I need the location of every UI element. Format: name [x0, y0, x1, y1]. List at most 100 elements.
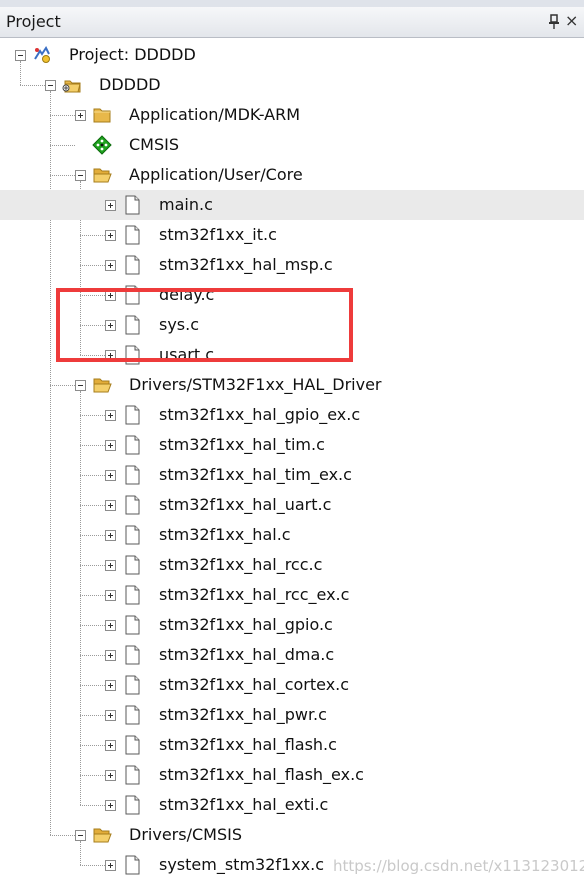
tree-group-item[interactable]: Application/User/Core — [0, 160, 584, 190]
c-file-icon — [122, 675, 142, 695]
tree-file-item[interactable]: stm32f1xx_hal_tim.c — [0, 430, 584, 460]
tree-item-label: stm32f1xx_hal_cortex.c — [159, 675, 350, 694]
c-file-icon — [122, 255, 142, 275]
tree-item-label: stm32f1xx_hal_dma.c — [159, 645, 335, 664]
watermark: https://blog.csdn.net/x1131230123 — [333, 857, 584, 875]
tree-item-label: stm32f1xx_hal_pwr.c — [159, 705, 327, 724]
tree-item-label: stm32f1xx_hal_rcc.c — [159, 555, 323, 574]
tree-file-item[interactable]: stm32f1xx_hal_msp.c — [0, 250, 584, 280]
tree-file-item[interactable]: main.c — [0, 190, 584, 220]
tree-item-label: stm32f1xx_hal_gpio.c — [159, 615, 333, 634]
tree-group-item[interactable]: Drivers/STM32F1xx_HAL_Driver — [0, 370, 584, 400]
expand-icon[interactable] — [105, 620, 116, 631]
collapse-icon[interactable] — [15, 50, 26, 61]
expand-icon[interactable] — [105, 560, 116, 571]
expand-icon[interactable] — [75, 110, 86, 121]
collapse-icon[interactable] — [75, 830, 86, 841]
collapse-icon[interactable] — [75, 380, 86, 391]
tree-file-item[interactable]: stm32f1xx_hal_gpio.c — [0, 610, 584, 640]
tree-item-label: stm32f1xx_hal_flash.c — [159, 735, 337, 754]
c-file-icon — [122, 795, 142, 815]
expand-icon[interactable] — [105, 590, 116, 601]
project-tree[interactable]: Project: DDDDD DDDDD Application/MDK-ARM CM… — [0, 38, 584, 887]
tree-file-item[interactable]: stm32f1xx_hal_cortex.c — [0, 670, 584, 700]
expand-icon[interactable] — [105, 770, 116, 781]
c-file-icon — [122, 765, 142, 785]
tree-file-item[interactable]: stm32f1xx_hal_flash_ex.c — [0, 760, 584, 790]
tree-item-label: CMSIS — [129, 135, 180, 154]
expand-icon[interactable] — [105, 650, 116, 661]
collapse-icon[interactable] — [75, 170, 86, 181]
expand-icon[interactable] — [105, 710, 116, 721]
tree-item-label: DDDDD — [99, 75, 161, 94]
expand-icon[interactable] — [105, 800, 116, 811]
c-file-icon — [122, 855, 142, 875]
expand-icon[interactable] — [105, 440, 116, 451]
tree-item-label: main.c — [159, 195, 213, 214]
expand-icon[interactable] — [105, 260, 116, 271]
folder-closed-icon — [92, 105, 112, 125]
target-folder-icon — [62, 75, 82, 95]
c-file-icon — [122, 735, 142, 755]
panel-title: Project — [6, 12, 61, 31]
tree-item-label: stm32f1xx_it.c — [159, 225, 277, 244]
tree-file-item[interactable]: stm32f1xx_hal.c — [0, 520, 584, 550]
close-icon[interactable]: × — [565, 11, 578, 31]
tree-item-label: stm32f1xx_hal_msp.c — [159, 255, 333, 274]
tree-item-label: Application/User/Core — [129, 165, 303, 184]
tree-file-item[interactable]: stm32f1xx_hal_tim_ex.c — [0, 460, 584, 490]
c-file-icon — [122, 465, 142, 485]
expand-icon[interactable] — [105, 200, 116, 211]
tree-group-item[interactable]: CMSIS — [0, 130, 584, 160]
expand-icon[interactable] — [105, 740, 116, 751]
expand-icon[interactable] — [105, 530, 116, 541]
tree-item-label: system_stm32f1xx.c — [159, 855, 325, 874]
tree-file-item[interactable]: stm32f1xx_hal_pwr.c — [0, 700, 584, 730]
tree-node-project-ddddd[interactable]: Project: DDDDD — [0, 40, 584, 70]
expand-icon[interactable] — [105, 680, 116, 691]
tree-file-item[interactable]: stm32f1xx_hal_rcc_ex.c — [0, 580, 584, 610]
tree-group-item[interactable]: Drivers/CMSIS — [0, 820, 584, 850]
c-file-icon — [122, 225, 142, 245]
c-file-icon — [122, 615, 142, 635]
tree-file-item[interactable]: stm32f1xx_hal_gpio_ex.c — [0, 400, 584, 430]
folder-open-icon — [92, 375, 112, 395]
tree-file-item[interactable]: stm32f1xx_it.c — [0, 220, 584, 250]
expand-icon[interactable] — [105, 410, 116, 421]
c-file-icon — [122, 495, 142, 515]
tree-file-item[interactable]: stm32f1xx_hal_flash.c — [0, 730, 584, 760]
collapse-icon[interactable] — [45, 80, 56, 91]
tree-item-label: stm32f1xx_hal_flash_ex.c — [159, 765, 364, 784]
tree-file-item[interactable]: stm32f1xx_hal_exti.c — [0, 790, 584, 820]
tree-item-label: Application/MDK-ARM — [129, 105, 301, 124]
tree-file-item[interactable]: stm32f1xx_hal_uart.c — [0, 490, 584, 520]
tree-item-label: stm32f1xx_hal.c — [159, 525, 291, 544]
c-file-icon — [122, 405, 142, 425]
highlight-annotation-box — [56, 288, 353, 362]
c-file-icon — [122, 195, 142, 215]
folder-open-icon — [92, 825, 112, 845]
tree-item-label: stm32f1xx_hal_rcc_ex.c — [159, 585, 350, 604]
expand-icon[interactable] — [105, 230, 116, 241]
tree-group-item[interactable]: Application/MDK-ARM — [0, 100, 584, 130]
c-file-icon — [122, 555, 142, 575]
tree-item-label: stm32f1xx_hal_gpio_ex.c — [159, 405, 361, 424]
project-icon — [32, 45, 52, 65]
tree-item-label: Drivers/STM32F1xx_HAL_Driver — [129, 375, 382, 394]
tree-file-item[interactable]: stm32f1xx_hal_dma.c — [0, 640, 584, 670]
tree-node-ddddd[interactable]: DDDDD — [0, 70, 584, 100]
cmsis-component-icon — [92, 135, 112, 155]
expand-icon[interactable] — [105, 500, 116, 511]
expand-icon[interactable] — [105, 860, 116, 871]
tree-item-label: stm32f1xx_hal_exti.c — [159, 795, 329, 814]
tree-item-label: stm32f1xx_hal_tim.c — [159, 435, 325, 454]
tree-file-item[interactable]: stm32f1xx_hal_rcc.c — [0, 550, 584, 580]
c-file-icon — [122, 525, 142, 545]
panel-titlebar: Project × — [0, 7, 584, 38]
c-file-icon — [122, 435, 142, 455]
expand-icon[interactable] — [105, 470, 116, 481]
pin-icon[interactable] — [548, 14, 560, 30]
c-file-icon — [122, 705, 142, 725]
folder-open-icon — [92, 165, 112, 185]
c-file-icon — [122, 645, 142, 665]
